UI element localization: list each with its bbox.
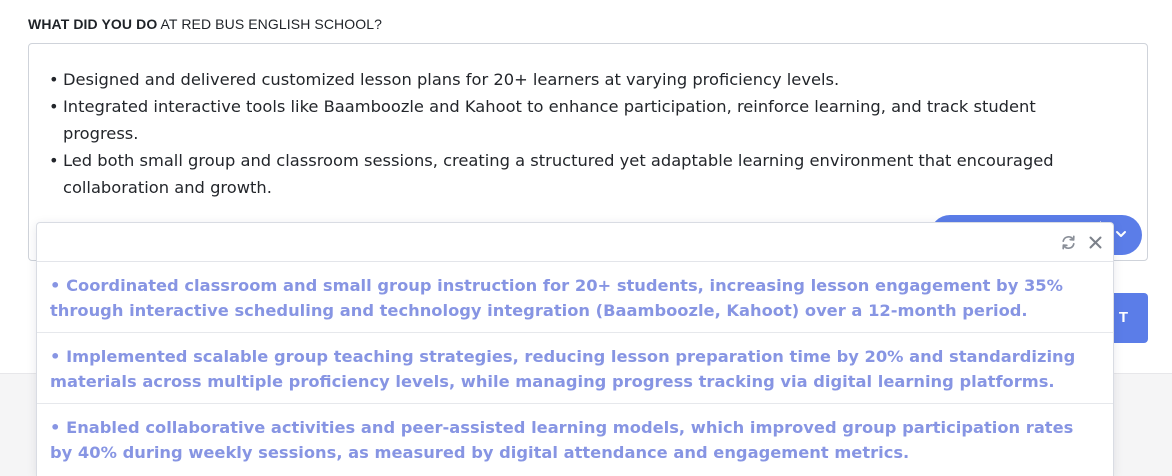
refresh-icon[interactable] <box>1060 234 1077 251</box>
bullet-item: Designed and delivered customized lesson… <box>49 66 1109 93</box>
question-label: WHAT DID YOU DO AT RED BUS ENGLISH SCHOO… <box>28 16 382 32</box>
dropdown-header <box>37 223 1113 262</box>
bullet-item: Integrated interactive tools like Baambo… <box>49 93 1109 147</box>
close-icon[interactable] <box>1087 234 1104 251</box>
suggestion-item[interactable]: • Enabled collaborative activities and p… <box>37 404 1113 475</box>
primary-action-label: T <box>1118 309 1128 326</box>
page: WHAT DID YOU DO AT RED BUS ENGLISH SCHOO… <box>0 0 1172 476</box>
suggestion-item[interactable]: • Implemented scalable group teaching st… <box>37 333 1113 404</box>
question-strong: WHAT DID YOU DO <box>28 16 158 32</box>
bullet-list: Designed and delivered customized lesson… <box>49 66 1109 201</box>
bullet-item: Led both small group and classroom sessi… <box>49 147 1109 201</box>
suggestion-item[interactable]: • Coordinated classroom and small group … <box>37 262 1113 333</box>
question-rest: AT RED BUS ENGLISH SCHOOL? <box>157 16 383 32</box>
suggestions-dropdown: • Coordinated classroom and small group … <box>36 222 1114 476</box>
chevron-down-icon[interactable] <box>1114 227 1128 241</box>
